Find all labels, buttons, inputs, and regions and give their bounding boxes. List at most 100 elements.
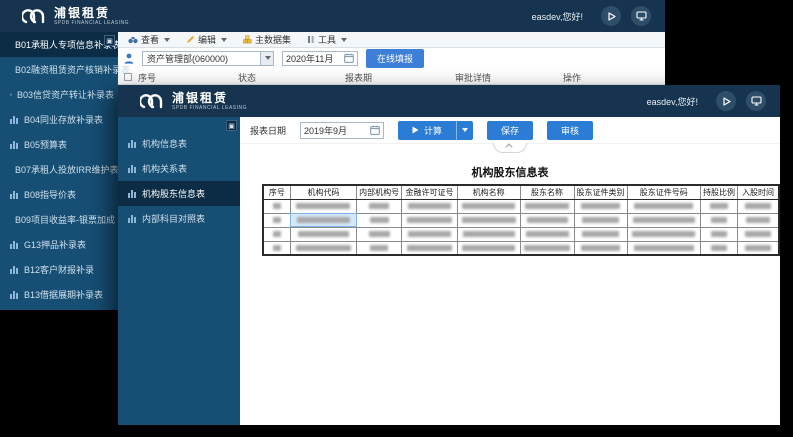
table-header-row: 序号 机构代码 内部机构号 金融许可证号 机构名称 股东名称 股东证件类别 股东… <box>263 185 779 199</box>
cell-redacted[interactable] <box>457 241 520 255</box>
menu-bar: 查看 编辑 主数据集 工具 <box>118 32 665 48</box>
sidebar-item-b03[interactable]: B03信贷资产转让补录表 <box>0 82 118 107</box>
cell-redacted[interactable] <box>700 199 737 213</box>
select-dropdown-icon[interactable] <box>260 52 273 65</box>
cell-redacted[interactable] <box>737 241 779 255</box>
table-row[interactable] <box>263 241 779 255</box>
run-button[interactable] <box>601 6 621 26</box>
sidebar-item-g13[interactable]: G13押品补录表 <box>0 232 118 257</box>
sidebar-item-label: B13借据展期补录表 <box>24 288 103 301</box>
col-status: 状态 <box>238 71 345 84</box>
col-header: 持股比例 <box>700 185 737 199</box>
cell-redacted[interactable] <box>737 199 779 213</box>
online-fill-button[interactable]: 在线填报 <box>366 49 424 68</box>
cell-redacted[interactable] <box>357 241 402 255</box>
sidebar-item-b02[interactable]: B02融资租赁资产核销补录表 <box>0 57 118 82</box>
collapse-toolbar-tab[interactable] <box>493 143 527 153</box>
cell-redacted[interactable] <box>574 199 627 213</box>
cell-redacted[interactable] <box>290 199 356 213</box>
chevron-down-icon <box>462 128 468 132</box>
calc-label: 计算 <box>424 124 442 137</box>
cell-redacted[interactable] <box>357 213 402 227</box>
sidebar-item-b01[interactable]: B01承租人专项信息补录表 <box>0 32 118 57</box>
cell-redacted[interactable] <box>290 227 356 241</box>
cell-redacted[interactable] <box>627 241 700 255</box>
sidebar-item-label: B12客户财报补录 <box>24 263 94 276</box>
sidebar-item-b09[interactable]: B09项目收益率-银票加成 <box>0 207 118 232</box>
cell-redacted[interactable] <box>574 213 627 227</box>
sidebar-item-org-shareholder[interactable]: 机构股东信息表 <box>118 181 240 206</box>
cell-redacted[interactable] <box>263 241 290 255</box>
cell-redacted[interactable] <box>402 227 458 241</box>
table-row[interactable] <box>263 227 779 241</box>
cell-redacted[interactable] <box>290 241 356 255</box>
cell-redacted[interactable] <box>357 199 402 213</box>
cell-redacted[interactable] <box>263 227 290 241</box>
cell-redacted[interactable] <box>574 227 627 241</box>
period-input[interactable]: 2020年11月 <box>282 51 358 66</box>
sidebar-collapse-button[interactable]: ▣ <box>104 35 115 46</box>
sidebar-item-b13[interactable]: B13借据展期补录表 <box>0 282 118 307</box>
cell-redacted[interactable] <box>520 227 574 241</box>
menu-edit[interactable]: 编辑 <box>186 33 227 46</box>
bar-chart-icon <box>10 140 19 149</box>
bar-chart-icon <box>128 214 137 223</box>
sidebar-item-b08[interactable]: B08指导价表 <box>0 182 118 207</box>
cell-redacted[interactable] <box>457 199 520 213</box>
cell-redacted[interactable] <box>627 213 700 227</box>
sidebar-item-b12[interactable]: B12客户财报补录 <box>0 257 118 282</box>
cell-redacted[interactable] <box>402 241 458 255</box>
play-icon <box>722 97 731 106</box>
sidebar-item-b05[interactable]: B05预算表 <box>0 132 118 157</box>
cell-redacted[interactable] <box>737 227 779 241</box>
monitor-button[interactable] <box>746 91 766 111</box>
cell-redacted[interactable] <box>737 213 779 227</box>
cell-redacted[interactable] <box>520 241 574 255</box>
cell-redacted[interactable] <box>700 227 737 241</box>
cell-redacted[interactable] <box>700 213 737 227</box>
calc-dropdown-button[interactable] <box>456 121 473 140</box>
cell-redacted[interactable] <box>263 213 290 227</box>
bar-chart-icon <box>10 115 19 124</box>
cell-redacted[interactable] <box>627 199 700 213</box>
sidebar-item-b07[interactable]: B07承租人投放IRR维护表 <box>0 157 118 182</box>
sidebar-item-internal-subject[interactable]: 内部科目对照表 <box>118 206 240 231</box>
cell-redacted[interactable] <box>457 227 520 241</box>
user-greeting: easdev,您好! <box>532 10 583 23</box>
run-triangle-icon <box>412 126 419 134</box>
sidebar-item-org-info[interactable]: 机构信息表 <box>118 131 240 156</box>
save-button[interactable]: 保存 <box>487 121 533 140</box>
sidebar-item-b04[interactable]: B04同业存放补录表 <box>0 107 118 132</box>
select-all-checkbox[interactable] <box>124 73 132 81</box>
cell-selected[interactable] <box>290 213 356 227</box>
calc-button[interactable]: 计算 <box>398 121 456 140</box>
table-row[interactable] <box>263 213 779 227</box>
sidebar-item-label: 机构股东信息表 <box>142 187 205 200</box>
audit-button[interactable]: 审核 <box>547 121 593 140</box>
user-greeting: easdev,您好! <box>647 95 698 108</box>
cell-redacted[interactable] <box>457 213 520 227</box>
sidebar-item-org-relation[interactable]: 机构关系表 <box>118 156 240 181</box>
cell-redacted[interactable] <box>627 227 700 241</box>
cell-redacted[interactable] <box>357 227 402 241</box>
cell-redacted[interactable] <box>520 199 574 213</box>
report-date-input[interactable]: 2019年9月 <box>300 122 384 139</box>
org-select[interactable]: 资产管理部(060000) <box>142 51 274 66</box>
cell-redacted[interactable] <box>520 213 574 227</box>
sidebar-item-label: 机构关系表 <box>142 162 187 175</box>
bar-chart-icon <box>128 164 137 173</box>
run-button[interactable] <box>716 91 736 111</box>
menu-view[interactable]: 查看 <box>128 33 170 46</box>
cell-redacted[interactable] <box>402 199 458 213</box>
menu-master-data[interactable]: 主数据集 <box>243 33 291 46</box>
cell-redacted[interactable] <box>574 241 627 255</box>
menu-tools[interactable]: 工具 <box>307 33 347 46</box>
sidebar-collapse-button[interactable]: ▣ <box>226 120 237 131</box>
cell-redacted[interactable] <box>402 213 458 227</box>
table-row[interactable] <box>263 199 779 213</box>
cell-redacted[interactable] <box>263 199 290 213</box>
col-header: 金融许可证号 <box>402 185 458 199</box>
calc-split-button: 计算 <box>398 121 473 140</box>
cell-redacted[interactable] <box>700 241 737 255</box>
monitor-button[interactable] <box>631 6 651 26</box>
